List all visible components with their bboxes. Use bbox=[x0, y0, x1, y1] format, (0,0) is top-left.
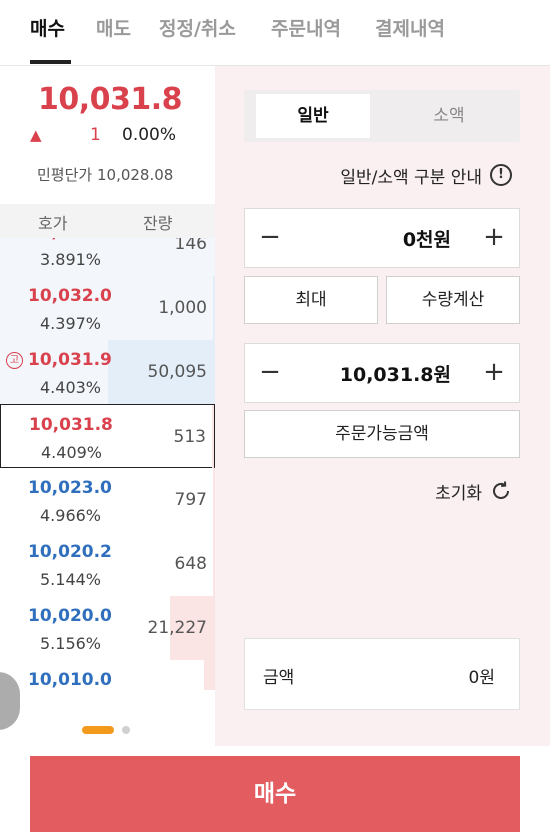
orderbook-volume-header: 잔량 bbox=[143, 214, 173, 233]
quantity-calc-button[interactable]: 수량계산 bbox=[386, 276, 520, 324]
orderbook-volume: 21,227 bbox=[147, 618, 207, 638]
available-amount-button[interactable]: 주문가능금액 bbox=[244, 410, 520, 458]
order-amount-box: 금액 0원 bbox=[244, 638, 520, 710]
orderbook-row[interactable]: 10,023.0 4.966% 797 bbox=[0, 468, 215, 532]
orderbook-rate: 5.144% bbox=[40, 570, 102, 589]
buy-button[interactable]: 매수 bbox=[30, 756, 520, 832]
orderbook-rate: 4.966% bbox=[40, 506, 102, 525]
refresh-icon[interactable] bbox=[490, 480, 512, 502]
active-tab-indicator bbox=[30, 60, 71, 64]
average-price-value: 10,028.08 bbox=[96, 166, 174, 184]
orderbook-volume: 146 bbox=[174, 238, 207, 254]
orderbook-row[interactable]: 10,032.0 4.397% 1,000 bbox=[0, 276, 215, 340]
orderbook-price[interactable]: 10,031.8 bbox=[29, 415, 113, 435]
orderbook-volume: 648 bbox=[174, 554, 207, 574]
order-type-small[interactable]: 소액 bbox=[382, 94, 516, 138]
quantity-value[interactable]: 0천원 bbox=[403, 225, 451, 252]
orderbook-volume: 797 bbox=[174, 490, 207, 510]
average-price-label: 민평단가 bbox=[37, 166, 93, 184]
tab-order-history[interactable]: 주문내역 bbox=[271, 14, 341, 41]
orderbook-price[interactable]: 10,023.0 bbox=[28, 478, 112, 498]
orderbook-rate: 3.891% bbox=[40, 250, 102, 269]
page-indicator-inactive[interactable] bbox=[122, 726, 130, 734]
volume-depth-bar bbox=[204, 660, 215, 690]
info-icon[interactable]: ! bbox=[490, 164, 512, 186]
tab-buy[interactable]: 매수 bbox=[30, 14, 65, 41]
order-amount-label: 금액 bbox=[263, 668, 295, 688]
page-indicator-active bbox=[82, 726, 114, 734]
orderbook-header: 호가 잔량 bbox=[0, 204, 215, 240]
orderbook-price[interactable]: 10,040.0 bbox=[28, 238, 112, 242]
tab-sell[interactable]: 매도 bbox=[96, 14, 131, 41]
price-value[interactable]: 10,031.8원 bbox=[340, 360, 451, 387]
orderbook-rate: 5.156% bbox=[40, 634, 102, 653]
orderbook-volume: 50,095 bbox=[147, 362, 207, 382]
orderbook-row[interactable]: 고 10,031.9 4.403% 50,095 bbox=[0, 340, 215, 404]
orderbook-row[interactable]: 10,020.0 5.156% 21,227 bbox=[0, 596, 215, 660]
order-tabs: 매수 매도 정정/취소 주문내역 결제내역 bbox=[0, 0, 550, 66]
quantity-stepper: − 0천원 + bbox=[244, 208, 520, 268]
orderbook-row-current[interactable]: 10,031.8 4.409% 513 bbox=[0, 404, 215, 469]
orderbook-rate: 4.409% bbox=[41, 443, 103, 462]
orderbook-rate: 4.403% bbox=[40, 378, 102, 397]
high-badge-icon: 고 bbox=[6, 352, 23, 369]
orderbook-row[interactable]: 10,010.0 bbox=[0, 660, 215, 690]
orderbook[interactable]: 10,040.0 3.891% 146 10,032.0 4.397% 1,000 고 10,… bbox=[0, 238, 215, 690]
orderbook-row[interactable]: 10,020.2 5.144% 648 bbox=[0, 532, 215, 596]
price-minus-button[interactable]: − bbox=[245, 344, 295, 402]
orderbook-row[interactable]: 10,040.0 3.891% 146 bbox=[0, 238, 215, 276]
orderbook-rate: 4.397% bbox=[40, 314, 102, 333]
tab-settlement-history[interactable]: 결제내역 bbox=[375, 14, 445, 41]
orderbook-price[interactable]: 10,032.0 bbox=[28, 286, 112, 306]
reset-button[interactable]: 초기화 bbox=[435, 479, 482, 504]
orderbook-price[interactable]: 10,010.0 bbox=[28, 670, 112, 690]
orderbook-volume: 513 bbox=[173, 427, 206, 447]
orderbook-price[interactable]: 10,020.2 bbox=[28, 542, 112, 562]
quantity-plus-button[interactable]: + bbox=[469, 209, 519, 267]
price-change: 1 bbox=[90, 125, 101, 145]
order-amount-value: 0원 bbox=[468, 668, 495, 688]
max-quantity-button[interactable]: 최대 bbox=[244, 276, 378, 324]
price-stepper: − 10,031.8원 + bbox=[244, 343, 520, 403]
quantity-minus-button[interactable]: − bbox=[245, 209, 295, 267]
tab-modify-cancel[interactable]: 정정/취소 bbox=[159, 14, 236, 41]
orderbook-price[interactable]: 10,020.0 bbox=[28, 606, 112, 626]
average-price: 민평단가 10,028.08 bbox=[37, 164, 173, 185]
current-price: 10,031.8 bbox=[38, 82, 183, 117]
order-type-toggle: 일반 소액 bbox=[244, 90, 520, 142]
order-type-guide-link[interactable]: 일반/소액 구분 안내 bbox=[340, 163, 482, 188]
orderbook-price[interactable]: 10,031.9 bbox=[28, 350, 112, 370]
price-plus-button[interactable]: + bbox=[469, 344, 519, 402]
order-type-normal[interactable]: 일반 bbox=[256, 94, 370, 138]
volume-depth-bar bbox=[212, 405, 214, 469]
orderbook-volume: 1,000 bbox=[158, 298, 207, 318]
up-triangle-icon: ▲ bbox=[30, 126, 42, 144]
orderbook-price-header: 호가 bbox=[38, 214, 68, 233]
change-rate: 0.00% bbox=[122, 125, 177, 145]
